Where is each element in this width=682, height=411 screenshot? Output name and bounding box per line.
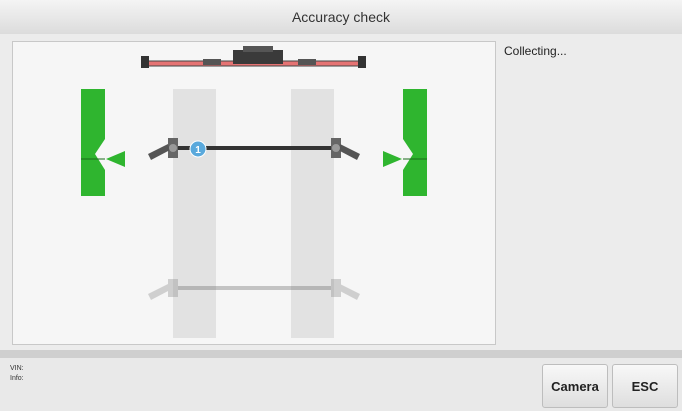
- vehicle-info: VIN: Info:: [10, 364, 24, 384]
- left-lane-strip: [173, 89, 216, 338]
- footer-divider: [0, 350, 682, 358]
- info-label: Info:: [10, 375, 24, 382]
- status-text: Collecting...: [504, 44, 567, 58]
- position-marker-number: 1: [195, 145, 201, 156]
- main-content: 1 Collecting...: [0, 34, 682, 350]
- vin-label: VIN:: [10, 365, 24, 372]
- bottom-bar: VIN: Info: Camera ESC: [0, 358, 682, 411]
- left-target-icon: [81, 89, 125, 196]
- alignment-diagram: 1: [81, 46, 427, 338]
- camera-button[interactable]: Camera: [542, 364, 608, 408]
- position-marker: 1: [189, 140, 207, 158]
- esc-button[interactable]: ESC: [612, 364, 678, 408]
- right-lane-strip: [291, 89, 334, 338]
- window-title: Accuracy check: [291, 9, 391, 25]
- right-target-icon: [383, 89, 427, 196]
- top-crossbar: [141, 46, 366, 68]
- alignment-diagram-panel: 1: [12, 41, 496, 345]
- title-bar: Accuracy check: [0, 0, 682, 35]
